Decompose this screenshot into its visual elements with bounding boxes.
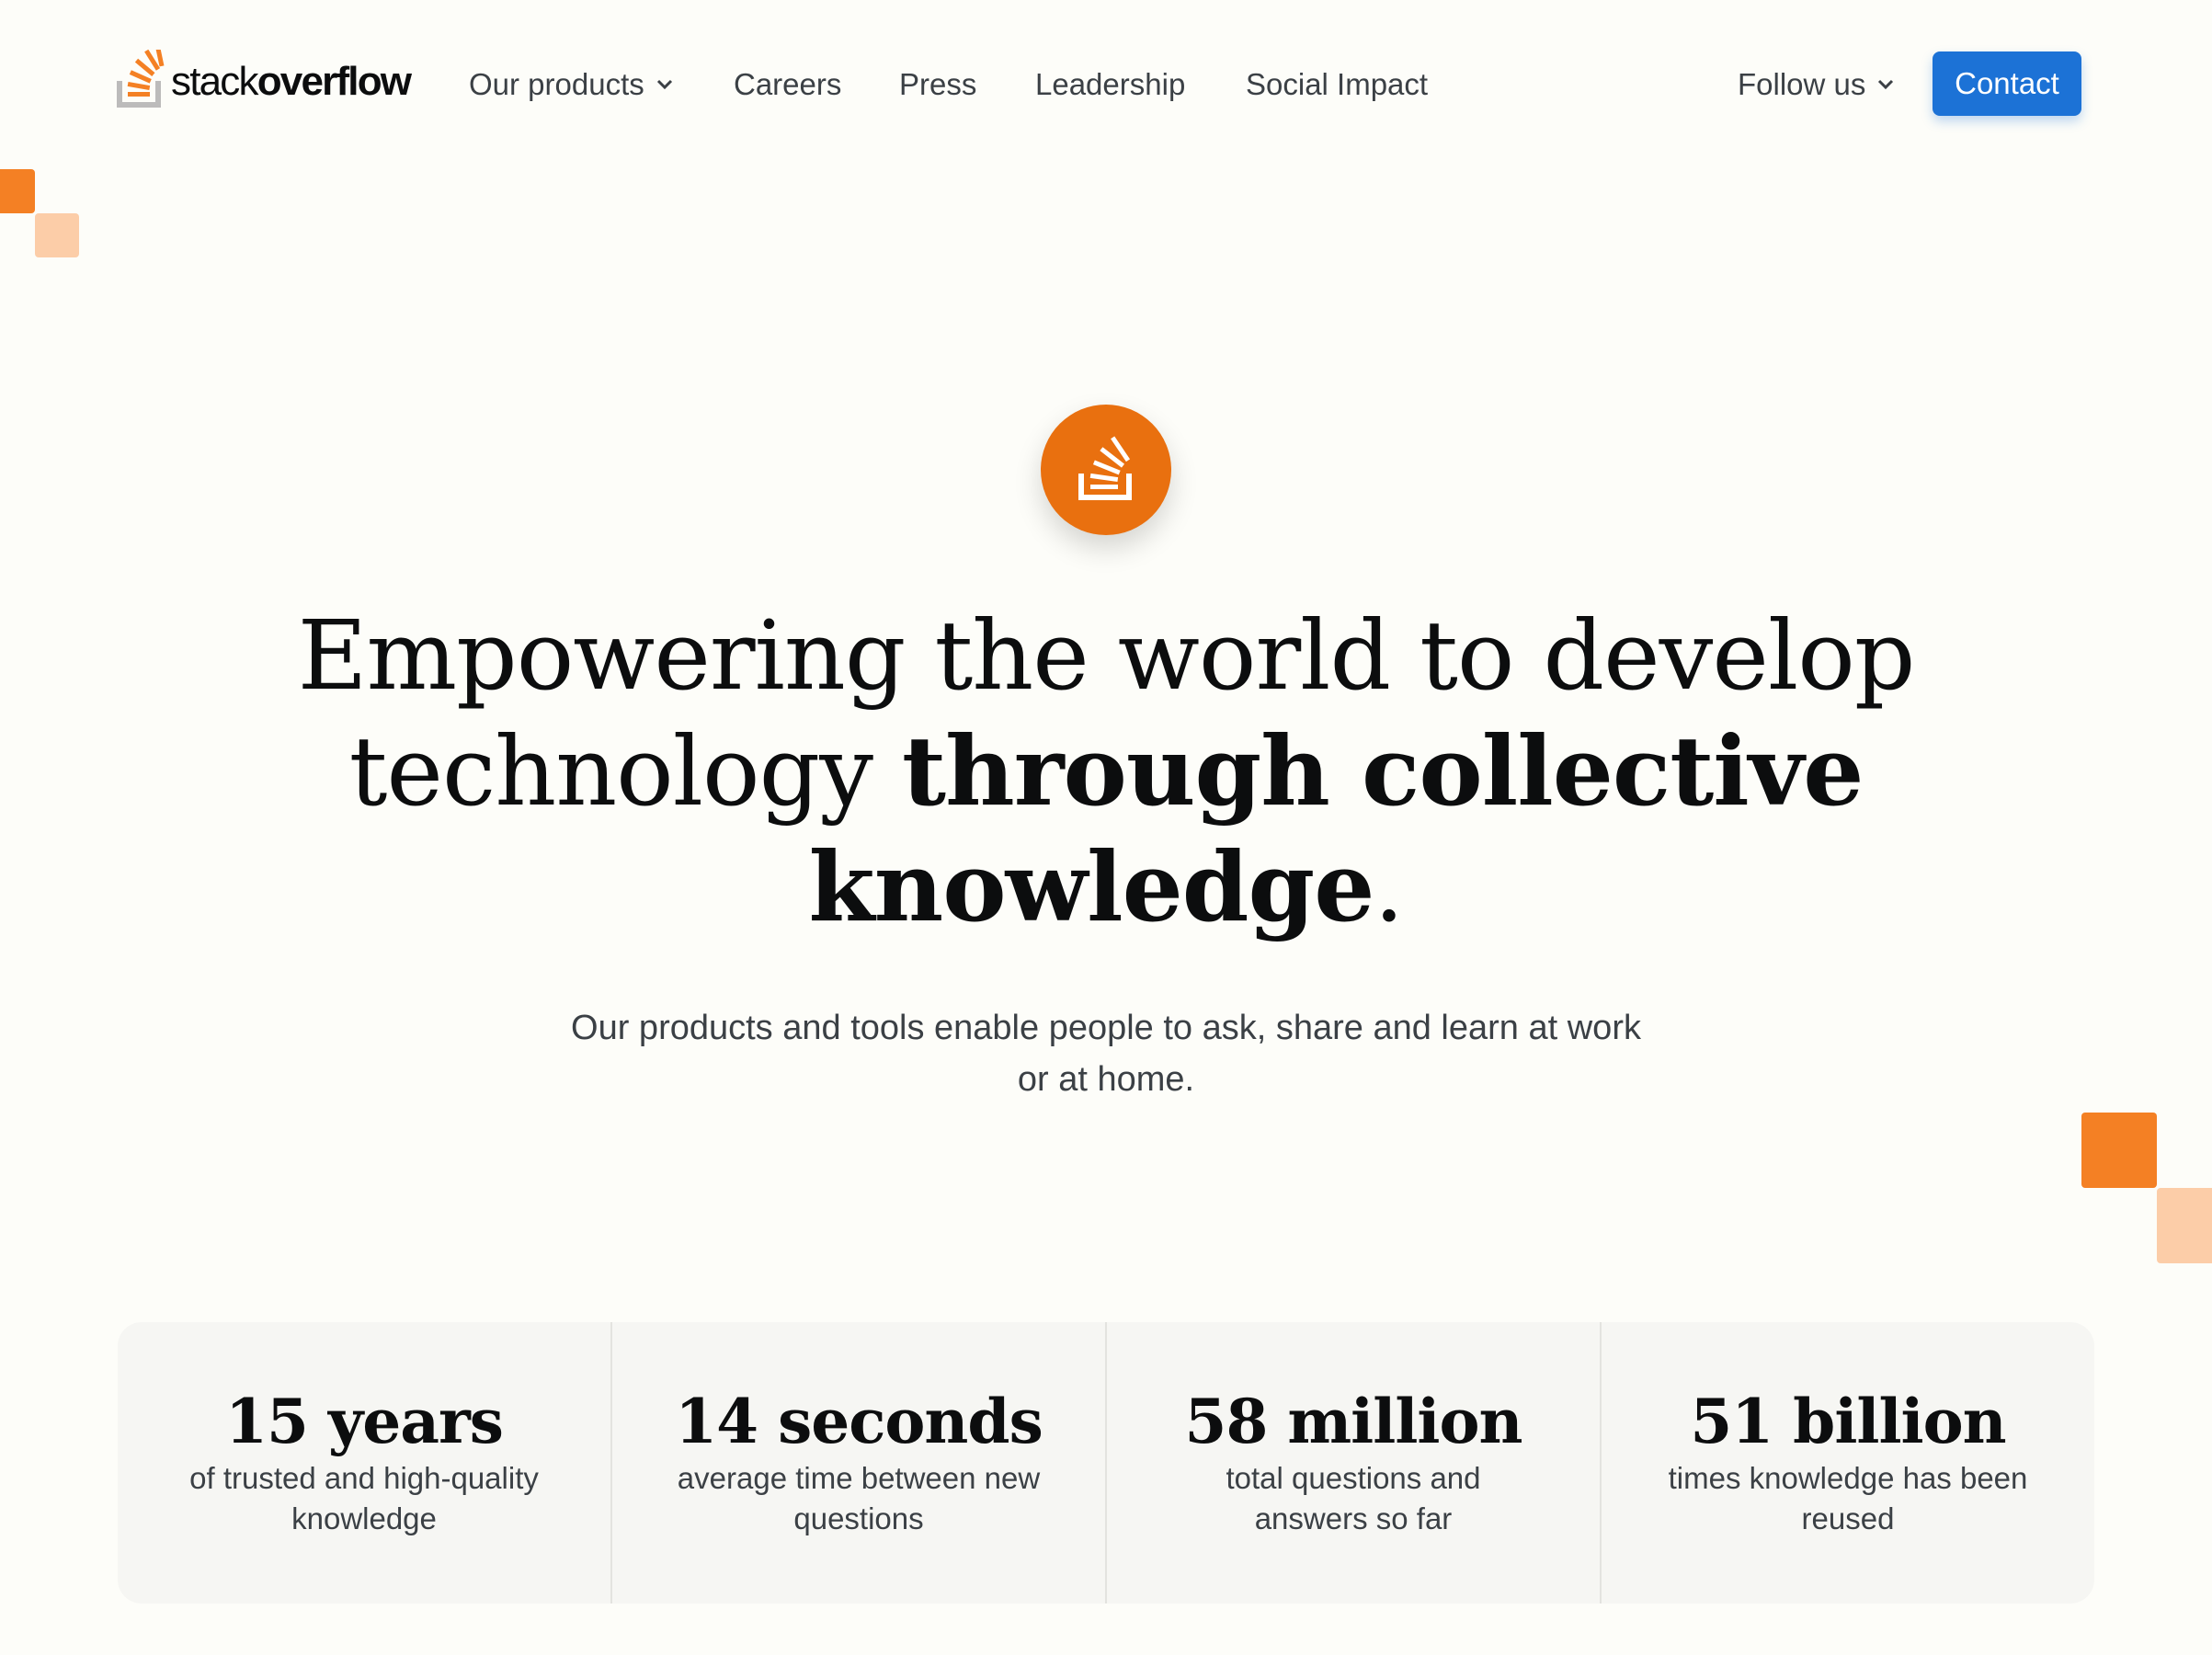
logo-word-stack: stack	[171, 59, 258, 104]
contact-button[interactable]: Contact	[1933, 51, 2081, 116]
stack-overflow-logo[interactable]: stackoverflow	[116, 50, 412, 108]
stat-value: 58 million	[1184, 1386, 1523, 1457]
decorative-square-peach	[2157, 1188, 2212, 1263]
hero-headline: Empowering the world to develop technolo…	[187, 598, 2025, 945]
stat-description: average time between new questions	[677, 1461, 1041, 1535]
stat-card: 58 million total questions and answers s…	[1107, 1322, 1602, 1604]
nav-press-label: Press	[899, 67, 977, 101]
nav-press[interactable]: Press	[899, 64, 976, 105]
nav-social-impact-label: Social Impact	[1246, 67, 1429, 101]
decorative-square-orange	[0, 169, 35, 213]
stat-value: 15 years	[225, 1386, 504, 1457]
logo-wordmark: stackoverflow	[171, 59, 412, 104]
decorative-square-orange	[2081, 1113, 2157, 1188]
stack-overflow-badge	[1041, 405, 1171, 535]
stack-overflow-logo-icon	[117, 50, 165, 108]
nav-leadership-label: Leadership	[1035, 67, 1186, 101]
chevron-down-icon	[656, 79, 672, 90]
nav-our-products[interactable]: Our products	[469, 64, 674, 105]
nav-social-impact[interactable]: Social Impact	[1246, 64, 1428, 105]
nav-follow-us-label: Follow us	[1738, 67, 1866, 101]
stat-description: of trusted and high-quality knowledge	[189, 1461, 539, 1535]
stat-description: total questions and answers so far	[1226, 1461, 1481, 1535]
stat-card: 51 billion times knowledge has been reus…	[1602, 1322, 2094, 1604]
stat-description: times knowledge has been reused	[1668, 1461, 2028, 1535]
logo-word-overflow: overflow	[257, 59, 412, 104]
stat-value: 14 seconds	[675, 1386, 1043, 1457]
stack-overflow-icon	[1078, 436, 1132, 500]
hero-subheading: Our products and tools enable people to …	[571, 1009, 1641, 1099]
nav-our-products-label: Our products	[469, 67, 644, 101]
nav-careers[interactable]: Careers	[734, 64, 841, 105]
headline-period: .	[1374, 831, 1404, 943]
stat-card: 15 years of trusted and high-quality kno…	[118, 1322, 612, 1604]
stat-card: 14 seconds average time between new ques…	[612, 1322, 1107, 1604]
nav-careers-label: Careers	[734, 67, 842, 101]
headline-bold-text: through collective knowledge	[808, 714, 1864, 943]
chevron-down-icon	[1878, 79, 1894, 90]
top-navigation: stackoverflow Our products Careers Press…	[0, 0, 2212, 171]
stat-value: 51 billion	[1690, 1386, 2006, 1457]
stats-panel: 15 years of trusted and high-quality kno…	[118, 1322, 2094, 1604]
nav-leadership[interactable]: Leadership	[1035, 64, 1185, 105]
decorative-square-peach	[35, 213, 79, 257]
nav-follow-us[interactable]: Follow us	[1738, 64, 1895, 105]
